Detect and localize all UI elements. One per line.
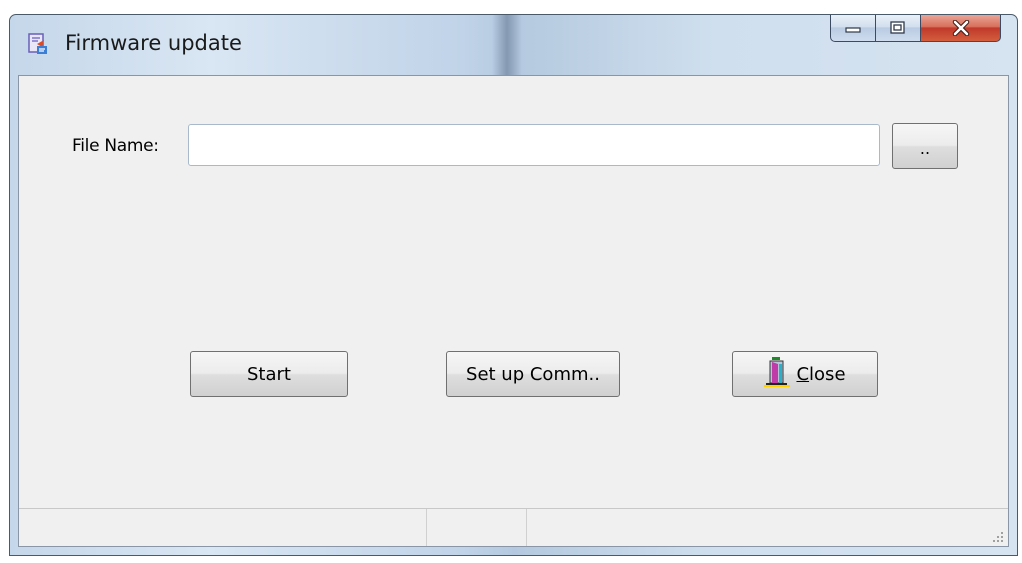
status-pane-divider-1 <box>426 509 427 546</box>
window-title: Firmware update <box>65 31 242 55</box>
firmware-update-app-icon <box>27 32 51 56</box>
browse-button[interactable]: .. <box>892 123 958 169</box>
resize-grip-icon[interactable] <box>992 530 1004 542</box>
caption-buttons <box>830 15 1001 43</box>
firmware-update-window: Firmware update File Name: .. Start Set … <box>9 14 1018 556</box>
close-button-label: Close <box>796 364 845 385</box>
close-button[interactable]: Close <box>732 351 878 397</box>
client-area: File Name: .. Start Set up Comm.. Close <box>18 75 1009 547</box>
status-bar <box>19 508 1008 546</box>
minimize-icon <box>845 27 861 33</box>
door-exit-icon <box>764 356 791 393</box>
maximize-icon <box>890 21 905 34</box>
file-name-input[interactable] <box>188 124 880 166</box>
file-name-label: File Name: <box>72 136 159 156</box>
setup-comm-button[interactable]: Set up Comm.. <box>446 351 620 397</box>
title-bar[interactable]: Firmware update <box>10 15 1017 75</box>
close-caption-button[interactable] <box>921 15 1001 42</box>
close-label-rest: lose <box>809 363 846 385</box>
close-mnemonic-letter: C <box>796 363 810 385</box>
status-pane-divider-2 <box>526 509 527 546</box>
minimize-button[interactable] <box>830 15 876 42</box>
start-button[interactable]: Start <box>190 351 348 397</box>
maximize-button[interactable] <box>876 15 921 42</box>
close-x-icon <box>952 20 969 36</box>
title-glass-shade <box>492 15 522 75</box>
